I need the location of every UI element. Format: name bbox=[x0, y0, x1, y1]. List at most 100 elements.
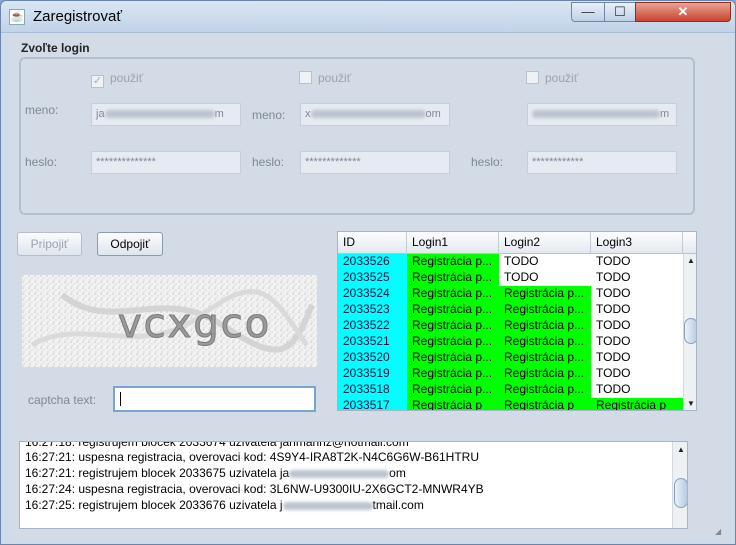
table-cell-l1: Registrácia p... bbox=[407, 270, 499, 286]
table-cell-l3: TODO bbox=[591, 286, 683, 302]
table-cell-l1: Registrácia p bbox=[407, 398, 499, 410]
table-cell-id: 2033526 bbox=[338, 254, 407, 270]
login2-heslo-field[interactable]: ************* bbox=[300, 151, 450, 174]
table-cell-l1: Registrácia p... bbox=[407, 366, 499, 382]
table-cell-id: 2033523 bbox=[338, 302, 407, 318]
checkbox-label: použiť bbox=[110, 71, 144, 85]
redacted-text bbox=[532, 110, 660, 119]
table-cell-l3: TODO bbox=[591, 318, 683, 334]
scroll-up-icon[interactable]: ▲ bbox=[684, 254, 696, 268]
login-group-title: Zvoľte login bbox=[21, 41, 90, 55]
redacted-text bbox=[310, 110, 426, 119]
login2-meno-field[interactable]: x om bbox=[300, 103, 450, 126]
log-line: 16:27:21: registrujem blocek 2033675 uzi… bbox=[25, 466, 406, 480]
column-header-id[interactable]: ID bbox=[338, 232, 407, 254]
table-cell-l3: TODO bbox=[591, 366, 683, 382]
login-group: ✓ použiť meno: ja m heslo: ************** … bbox=[19, 57, 695, 215]
table-row[interactable]: 2033523 Registrácia p... Registrácia p... T… bbox=[338, 302, 683, 318]
checkbox-label: použiť bbox=[545, 71, 579, 85]
content-panel: Zvoľte login ✓ použiť meno: ja m heslo: **… bbox=[9, 33, 727, 539]
scroll-up-icon[interactable]: ▲ bbox=[674, 443, 687, 457]
captcha-input[interactable] bbox=[113, 386, 316, 412]
table-cell-l2: Registrácia p bbox=[499, 398, 591, 410]
table-cell-l2: Registrácia p... bbox=[499, 350, 591, 366]
table-cell-l2: Registrácia p... bbox=[499, 302, 591, 318]
use-login1-checkbox[interactable]: ✓ použiť bbox=[91, 71, 143, 88]
login3-heslo-field[interactable]: ************ bbox=[527, 151, 677, 174]
minimize-button[interactable]: — bbox=[571, 2, 605, 22]
table-cell-l3: TODO bbox=[591, 270, 683, 286]
redacted-text bbox=[289, 469, 390, 478]
table-cell-id: 2033518 bbox=[338, 382, 407, 398]
table-cell-l3: TODO bbox=[591, 334, 683, 350]
table-row[interactable]: 2033520 Registrácia p... Registrácia p... T… bbox=[338, 350, 683, 366]
log-scrollbar[interactable]: ▲ bbox=[672, 442, 687, 528]
log-line: 16:27:18: registrujem blocek 2033674 uzi… bbox=[25, 441, 409, 449]
table-row[interactable]: 2033518 Registrácia p... Registrácia p... T… bbox=[338, 382, 683, 398]
table-cell-l1: Registrácia p... bbox=[407, 334, 499, 350]
resize-grip-icon[interactable]: ◢ bbox=[715, 527, 725, 537]
table-cell-l2: TODO bbox=[499, 254, 591, 270]
table-cell-l3: TODO bbox=[591, 254, 683, 270]
login1-meno-field[interactable]: ja m bbox=[91, 103, 241, 126]
table-cell-l1: Registrácia p... bbox=[407, 302, 499, 318]
table-row[interactable]: 2033526 Registrácia p... TODO TODO bbox=[338, 254, 683, 270]
redacted-text bbox=[104, 110, 215, 119]
maximize-button[interactable]: ☐ bbox=[604, 2, 636, 22]
table-row[interactable]: 2033525 Registrácia p... TODO TODO bbox=[338, 270, 683, 286]
text-caret bbox=[120, 392, 121, 406]
log-line: 16:27:21: uspesna registracia, overovaci… bbox=[25, 450, 479, 464]
checkbox-checked-icon: ✓ bbox=[91, 75, 104, 88]
table-cell-l3: TODO bbox=[591, 382, 683, 398]
column-header-login3[interactable]: Login3 bbox=[591, 232, 683, 254]
use-login2-checkbox[interactable]: použiť bbox=[299, 71, 351, 85]
column-header-login1[interactable]: Login1 bbox=[407, 232, 499, 254]
java-app-icon: ☕ bbox=[9, 9, 25, 25]
connect-button[interactable]: Pripojiť bbox=[17, 232, 82, 256]
close-button[interactable]: ✕ bbox=[635, 2, 731, 22]
meno-label: meno: bbox=[252, 108, 286, 122]
scroll-down-icon[interactable]: ▼ bbox=[684, 397, 696, 410]
table-cell-l2: Registrácia p... bbox=[499, 366, 591, 382]
table-cell-id: 2033525 bbox=[338, 270, 407, 286]
table-row[interactable]: 2033522 Registrácia p... Registrácia p... T… bbox=[338, 318, 683, 334]
scrollbar-thumb[interactable] bbox=[684, 318, 696, 344]
table-cell-id: 2033520 bbox=[338, 350, 407, 366]
table-cell-l1: Registrácia p... bbox=[407, 382, 499, 398]
checkbox-unchecked-icon bbox=[526, 71, 539, 84]
heslo-label: heslo: bbox=[471, 155, 504, 169]
window-title: Zaregistrovať bbox=[33, 8, 122, 25]
heslo-label: heslo: bbox=[25, 155, 58, 169]
table-cell-id: 2033519 bbox=[338, 366, 407, 382]
login1-heslo-field[interactable]: ************** bbox=[91, 151, 241, 174]
meno-label: meno: bbox=[25, 103, 59, 117]
column-header-login2[interactable]: Login2 bbox=[499, 232, 591, 254]
table-scrollbar[interactable]: ▲ ▼ bbox=[683, 254, 696, 410]
login3-meno-field[interactable]: m bbox=[527, 103, 677, 126]
table-cell-l2: Registrácia p... bbox=[499, 318, 591, 334]
redacted-text bbox=[282, 501, 373, 510]
app-window: ☕ Zaregistrovať — ☐ ✕ Zvoľte login ✓ použ… bbox=[0, 0, 736, 545]
use-login3-checkbox[interactable]: použiť bbox=[526, 71, 578, 85]
table-row[interactable]: 2033519 Registrácia p... Registrácia p... T… bbox=[338, 366, 683, 382]
table-cell-l1: Registrácia p... bbox=[407, 318, 499, 334]
table-cell-l2: TODO bbox=[499, 270, 591, 286]
table-cell-l3: Registrácia p bbox=[591, 398, 683, 410]
disconnect-button[interactable]: Odpojiť bbox=[97, 232, 163, 256]
table-row[interactable]: 2033524 Registrácia p... Registrácia p... T… bbox=[338, 286, 683, 302]
log-line: 16:27:25: registrujem blocek 2033676 uzi… bbox=[25, 498, 424, 512]
table-cell-l1: Registrácia p... bbox=[407, 254, 499, 270]
scrollbar-thumb[interactable] bbox=[674, 478, 687, 508]
log-area[interactable]: 16:27:18: registrujem blocek 2033674 uzi… bbox=[19, 441, 688, 529]
heslo-label: heslo: bbox=[252, 155, 285, 169]
table-cell-l1: Registrácia p... bbox=[407, 350, 499, 366]
table-cell-l3: TODO bbox=[591, 302, 683, 318]
table-row[interactable]: 2033517 Registrácia p Registrácia p Registr… bbox=[338, 398, 683, 410]
table-cell-id: 2033522 bbox=[338, 318, 407, 334]
table-cell-id: 2033521 bbox=[338, 334, 407, 350]
registration-table[interactable]: ID Login1 Login2 Login3 2033526 Registrác… bbox=[337, 231, 697, 411]
table-cell-id: 2033524 bbox=[338, 286, 407, 302]
table-cell-l2: Registrácia p... bbox=[499, 286, 591, 302]
table-row[interactable]: 2033521 Registrácia p... Registrácia p... T… bbox=[338, 334, 683, 350]
title-bar[interactable]: ☕ Zaregistrovať — ☐ ✕ bbox=[1, 1, 735, 33]
